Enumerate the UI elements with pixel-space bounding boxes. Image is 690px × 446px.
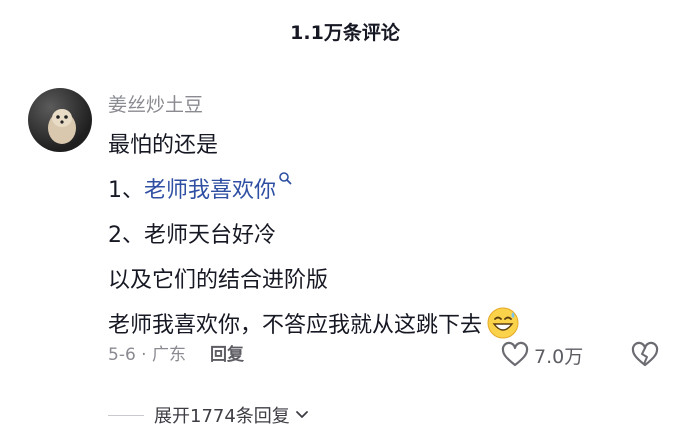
comment-meta: 5-6 · 广东 回复 [108,340,244,370]
grinning-sweat-emoji [487,307,519,339]
search-link[interactable]: 老师我喜欢你 [144,178,276,203]
comment-line: 最怕的还是 [108,133,219,158]
comment-line: 2、老师天台好冷 [108,223,276,248]
comment-text: 最怕的还是 1、老师我喜欢你 2、老师天台好冷 以及它们的结合进阶版 老师我喜欢… [108,126,668,351]
comment-line-text: 老师我喜欢你，不答应我就从这跳下去 [108,313,483,338]
expand-replies[interactable]: 展开1774条回复 [108,400,310,430]
expand-replies-label: 展开1774条回复 [154,406,290,427]
dog-avatar-image [48,109,76,144]
comment-line: 以及它们的结合进阶版 [108,268,329,293]
avatar[interactable] [28,88,92,152]
broken-heart-icon [631,341,659,367]
divider-line [108,414,144,416]
chevron-down-icon [295,411,308,418]
comment-username[interactable]: 姜丝炒土豆 [108,90,203,117]
meta-separator: · [135,345,152,365]
dislike-button[interactable] [630,338,662,372]
comment-line-prefix: 1、 [108,178,144,203]
comment-location: 广东 [152,345,186,365]
reply-button[interactable]: 回复 [210,345,244,365]
comment-line: 1、老师我喜欢你 [108,171,668,216]
search-icon[interactable] [278,171,292,185]
heart-icon [501,341,529,367]
like-button[interactable]: 7.0万 [500,338,583,372]
like-count: 7.0万 [534,345,584,368]
page-title: 1.1万条评论 [290,22,400,44]
comment-date: 5-6 [108,345,136,365]
